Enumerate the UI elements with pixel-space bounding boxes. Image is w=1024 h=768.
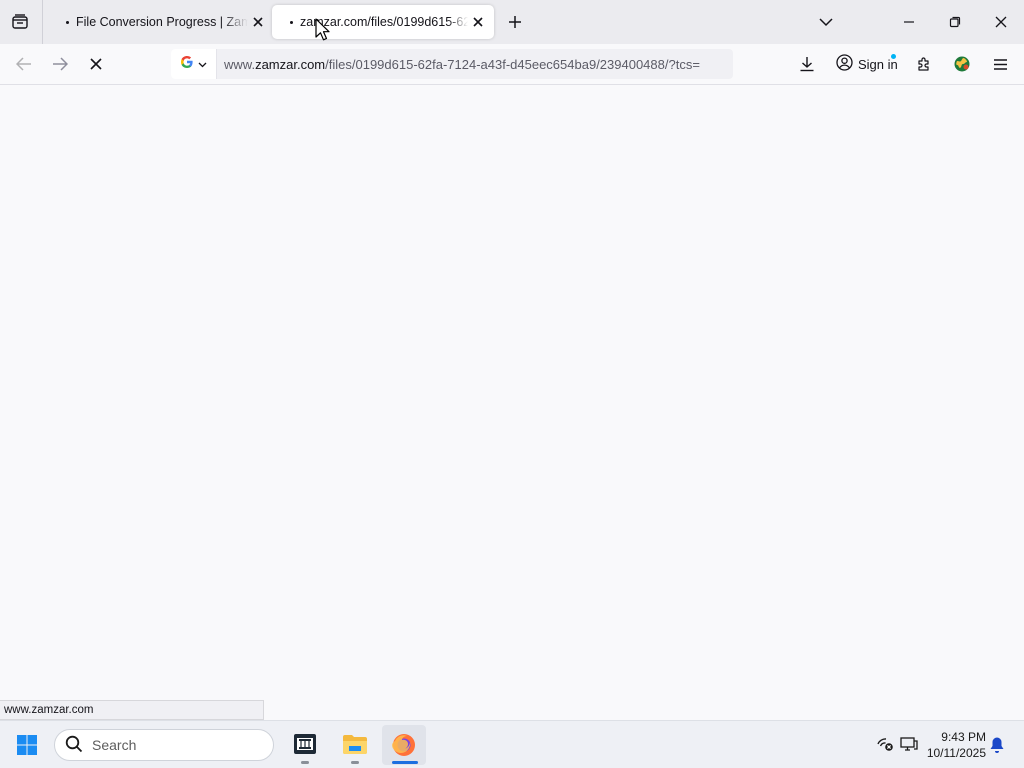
taskbar: Search 9:43 PM 10/11/2025 bbox=[0, 720, 1024, 768]
close-window-icon[interactable] bbox=[986, 8, 1016, 36]
windows-start-icon[interactable] bbox=[10, 729, 44, 761]
url-text[interactable]: www.zamzar.com/files/0199d615-62fa-7124-… bbox=[224, 57, 733, 72]
tab-loading-dot bbox=[290, 20, 293, 24]
url-host: zamzar.com bbox=[255, 56, 326, 72]
app-active-indicator bbox=[392, 761, 418, 764]
hamburger-icon[interactable] bbox=[988, 52, 1012, 76]
account-icon bbox=[836, 54, 853, 74]
minimize-icon[interactable] bbox=[894, 8, 924, 36]
terminal-app-icon[interactable] bbox=[288, 727, 322, 761]
forward-arrow-icon[interactable] bbox=[48, 52, 72, 76]
tab-loading-dot bbox=[66, 20, 69, 24]
app-running-indicator bbox=[301, 761, 309, 764]
tab-strip-divider bbox=[42, 0, 43, 44]
clock-time: 9:43 PM bbox=[941, 730, 986, 744]
taskbar-search-box[interactable]: Search bbox=[54, 729, 274, 761]
mouse-cursor-icon bbox=[315, 18, 331, 42]
address-bar[interactable]: www.zamzar.com/files/0199d615-62fa-7124-… bbox=[171, 49, 733, 79]
file-explorer-icon[interactable] bbox=[338, 727, 372, 761]
tab-zamzar-files[interactable]: zamzar.com/files/0199d615-62fa-7124-a43f… bbox=[272, 5, 494, 39]
tab-file-conversion-progress[interactable]: File Conversion Progress | Zamzar bbox=[58, 5, 268, 39]
bell-icon[interactable] bbox=[987, 734, 1007, 756]
puzzle-icon[interactable] bbox=[912, 52, 936, 76]
close-icon[interactable] bbox=[468, 12, 488, 32]
restore-icon[interactable] bbox=[940, 8, 970, 36]
download-icon[interactable] bbox=[795, 52, 819, 76]
tab-title: File Conversion Progress | Zamzar bbox=[76, 15, 248, 29]
url-path: /files/0199d615-62fa-7124-a43f-d45eec654… bbox=[325, 56, 700, 72]
search-engine-button[interactable] bbox=[171, 49, 217, 79]
google-icon bbox=[180, 55, 194, 74]
plus-icon[interactable] bbox=[503, 10, 527, 34]
network-disconnected-icon[interactable] bbox=[874, 733, 896, 755]
status-link-preview: www.zamzar.com bbox=[0, 700, 264, 720]
search-icon bbox=[65, 735, 83, 756]
system-clock[interactable]: 9:43 PM 10/11/2025 bbox=[920, 729, 986, 761]
url-prefix: www. bbox=[224, 56, 256, 72]
firefox-app-icon[interactable] bbox=[382, 725, 426, 765]
app-running-indicator bbox=[351, 761, 359, 764]
globe-extension-icon[interactable] bbox=[950, 52, 974, 76]
sign-in-button[interactable]: Sign in bbox=[829, 49, 903, 79]
close-icon[interactable] bbox=[248, 12, 268, 32]
search-placeholder: Search bbox=[92, 737, 137, 753]
page-content bbox=[0, 85, 1024, 720]
back-arrow-icon[interactable] bbox=[12, 52, 36, 76]
chevron-down-icon[interactable] bbox=[814, 10, 838, 34]
tab-overview-icon[interactable] bbox=[8, 10, 32, 34]
sign-in-badge bbox=[891, 54, 896, 59]
tab-strip: File Conversion Progress | Zamzar zamzar… bbox=[0, 0, 1024, 44]
clock-date: 10/11/2025 bbox=[926, 746, 986, 760]
navigation-toolbar: www.zamzar.com/files/0199d615-62fa-7124-… bbox=[0, 44, 1024, 85]
chevron-down-icon bbox=[198, 55, 207, 73]
display-icon[interactable] bbox=[898, 733, 920, 755]
stop-icon[interactable] bbox=[84, 52, 108, 76]
